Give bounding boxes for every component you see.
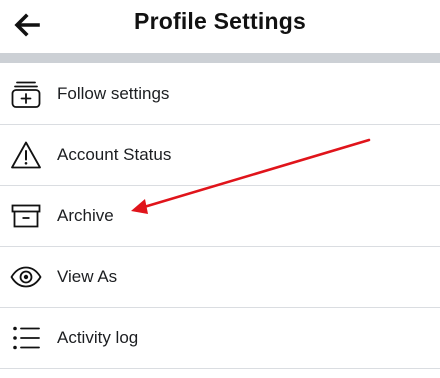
eye-icon	[10, 261, 42, 293]
menu-item-label: View As	[57, 267, 118, 286]
settings-menu: Follow settings Account Status Archive V…	[0, 64, 440, 369]
menu-item-archive[interactable]: Archive	[0, 186, 440, 247]
menu-item-label: Follow settings	[57, 84, 170, 103]
list-icon	[10, 322, 42, 354]
menu-item-activity-log[interactable]: Activity log	[0, 308, 440, 369]
header-bar: Profile Settings	[0, 0, 440, 52]
warning-icon	[10, 139, 42, 171]
menu-item-label: Archive	[57, 206, 114, 225]
follow-settings-icon	[10, 78, 42, 110]
section-divider	[0, 53, 440, 63]
menu-item-view-as[interactable]: View As	[0, 247, 440, 308]
menu-item-label: Activity log	[57, 328, 139, 347]
menu-item-account-status[interactable]: Account Status	[0, 125, 440, 186]
archive-box-icon	[10, 200, 42, 232]
menu-item-follow-settings[interactable]: Follow settings	[0, 64, 440, 125]
page-title: Profile Settings	[134, 8, 306, 34]
menu-item-label: Account Status	[57, 145, 172, 164]
